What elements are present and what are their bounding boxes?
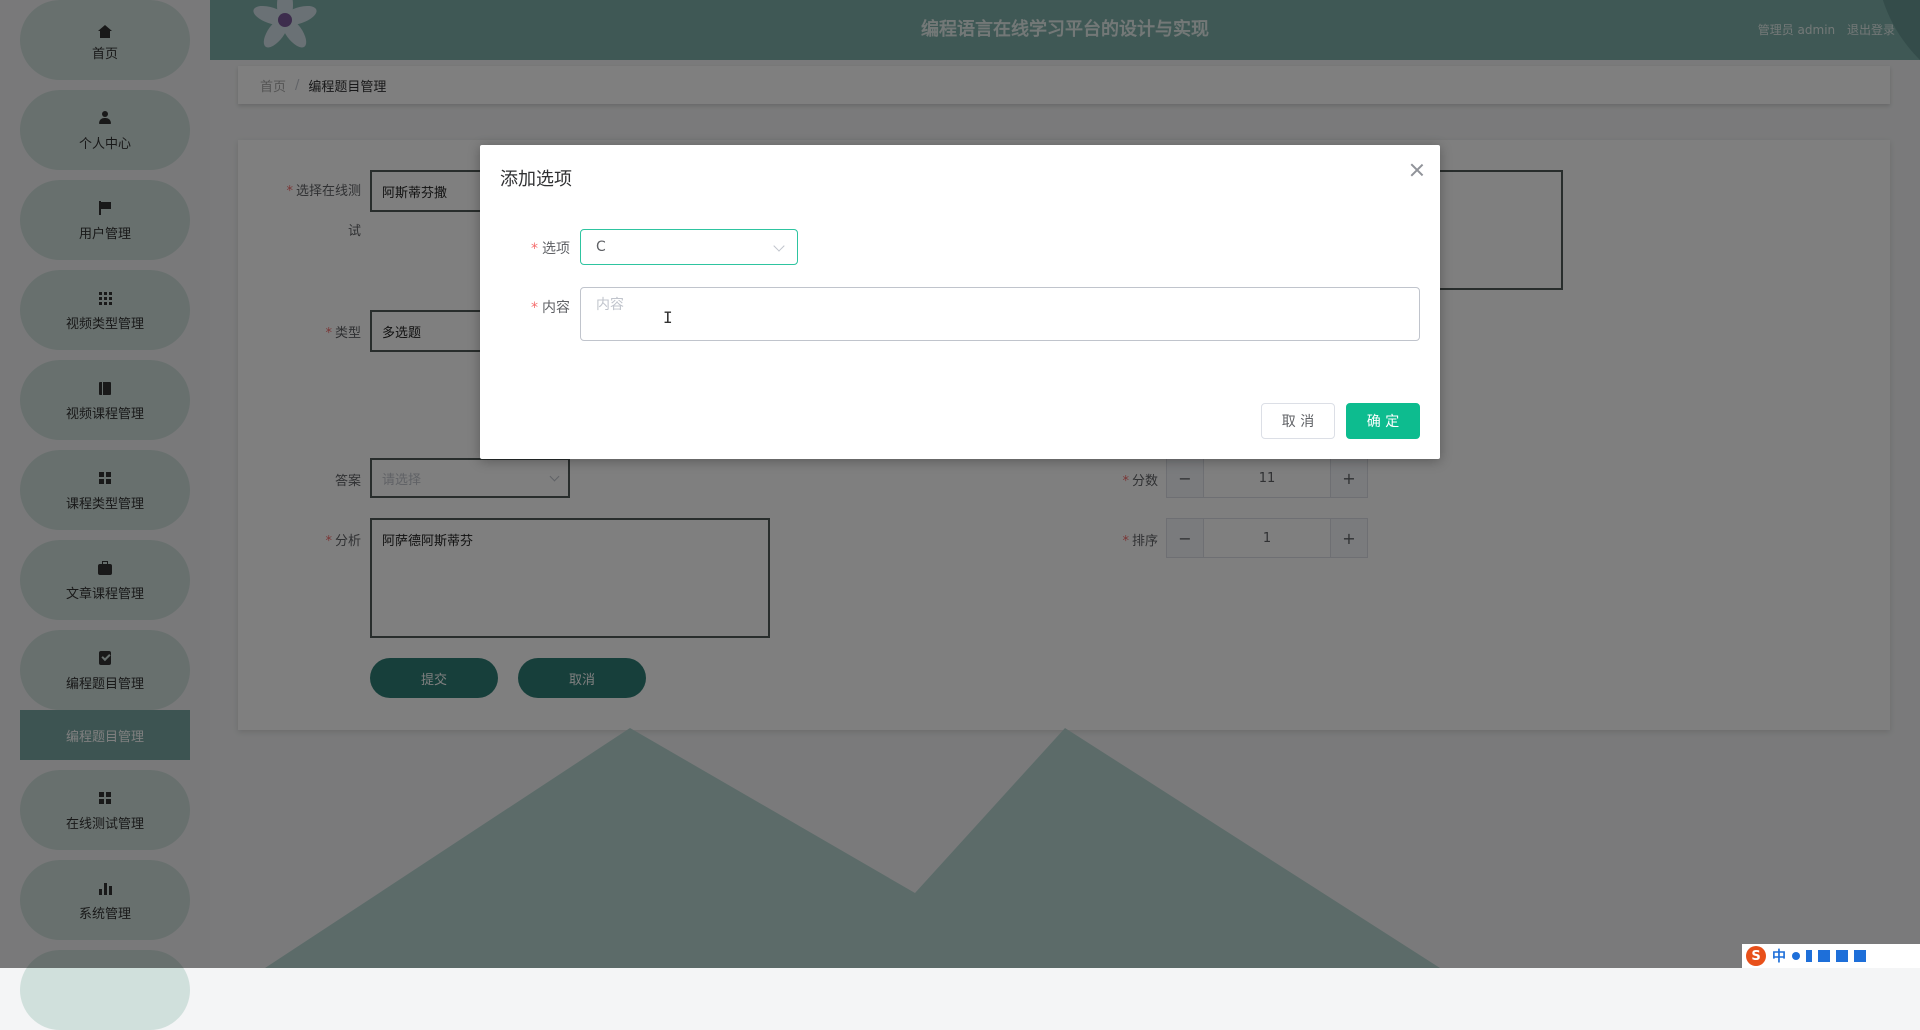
microphone-icon[interactable] xyxy=(1806,950,1812,962)
option-select[interactable]: C xyxy=(580,229,798,265)
add-option-dialog: 添加选项 *选项 C *内容 I 取 消 确 定 xyxy=(480,145,1440,459)
keyboard-icon[interactable] xyxy=(1818,950,1830,962)
content-label: * 内容 xyxy=(531,300,570,316)
punctuation-icon[interactable] xyxy=(1792,952,1800,960)
ime-toolbar[interactable]: S 中 xyxy=(1742,944,1920,968)
chevron-down-icon xyxy=(773,240,785,252)
content-textarea[interactable] xyxy=(580,287,1420,341)
dialog-title: 添加选项 xyxy=(500,169,572,190)
option-label: * 选项 xyxy=(531,241,570,257)
sogou-logo-icon: S xyxy=(1746,946,1766,966)
skin-icon[interactable] xyxy=(1836,950,1848,962)
dialog-cancel-button[interactable]: 取 消 xyxy=(1261,403,1335,439)
option-selected-value: C xyxy=(596,239,606,255)
toolbox-icon[interactable] xyxy=(1854,950,1866,962)
text-cursor-icon: I xyxy=(663,308,673,327)
dialog-confirm-button[interactable]: 确 定 xyxy=(1346,403,1420,439)
close-icon[interactable] xyxy=(1410,163,1424,177)
ime-mode-label[interactable]: 中 xyxy=(1772,946,1786,966)
